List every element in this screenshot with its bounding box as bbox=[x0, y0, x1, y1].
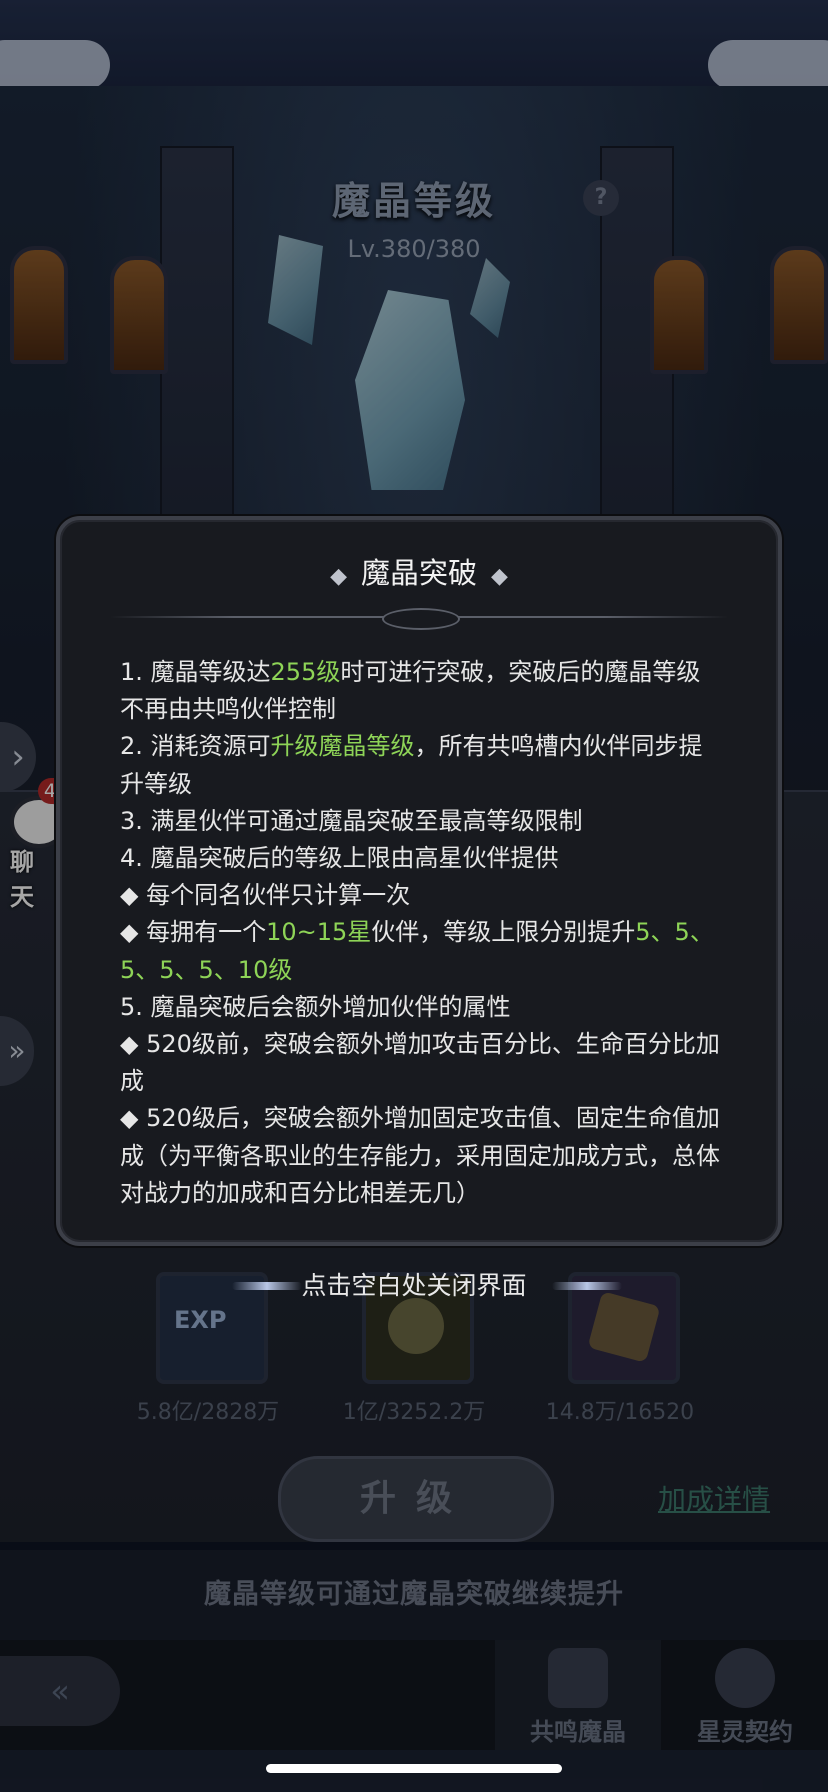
ornament-right bbox=[552, 1282, 622, 1290]
rule-text: ◆ 每个同名伙伴只计算一次 bbox=[120, 881, 411, 910]
rule-line: ◆ 每个同名伙伴只计算一次 bbox=[120, 877, 720, 914]
home-indicator[interactable] bbox=[266, 1764, 562, 1773]
rule-text: ◆ 520级前，突破会额外增加攻击百分比、生命百分比加成 bbox=[120, 1030, 720, 1096]
rule-text: 1. 魔晶等级达 bbox=[120, 658, 271, 686]
highlight-text: 255级 bbox=[270, 658, 341, 686]
breakthrough-modal: ◆ 魔晶突破 ◆ 1. 魔晶等级达255级时可进行突破，突破后的魔晶等级不再由共鸣伙… bbox=[56, 516, 782, 1246]
highlight-text: 升级魔晶等级 bbox=[270, 732, 415, 761]
rule-line: 2. 消耗资源可升级魔晶等级，所有共鸣槽内伙伴同步提升等级 bbox=[120, 728, 720, 802]
rule-line: ◆ 520级前，突破会额外增加攻击百分比、生命百分比加成 bbox=[120, 1026, 720, 1100]
rule-line: 4. 魔晶突破后的等级上限由高星伙伴提供 bbox=[120, 840, 720, 877]
modal-body: 1. 魔晶等级达255级时可进行突破，突破后的魔晶等级不再由共鸣伙伴控制 2. 消… bbox=[120, 654, 720, 1212]
rule-line: 1. 魔晶等级达255级时可进行突破，突破后的魔晶等级不再由共鸣伙伴控制 bbox=[120, 654, 720, 728]
modal-title: 魔晶突破 bbox=[360, 556, 477, 590]
rule-line: ◆ 每拥有一个10~15星伙伴，等级上限分别提升5、5、5、5、5、10级 bbox=[120, 914, 720, 988]
rule-text: 5. 魔晶突破后会额外增加伙伴的属性 bbox=[120, 992, 511, 1021]
highlight-text: 10~15星 bbox=[266, 918, 372, 947]
rule-text: 4. 魔晶突破后的等级上限由高星伙伴提供 bbox=[120, 844, 559, 873]
diamond-icon: ◆ bbox=[491, 564, 508, 589]
diamond-icon: ◆ bbox=[330, 564, 347, 589]
modal-title-row: ◆ 魔晶突破 ◆ bbox=[60, 550, 778, 592]
rule-text: 2. 消耗资源可 bbox=[120, 732, 271, 761]
rule-text: ◆ 520级后，突破会额外增加固定攻击值、固定生命值加成（为平衡各职业的生存能力… bbox=[120, 1104, 720, 1207]
divider-ornament bbox=[382, 608, 460, 630]
rule-text: 3. 满星伙伴可通过魔晶突破至最高等级限制 bbox=[120, 806, 583, 835]
close-hint[interactable]: 点击空白处关闭界面 bbox=[0, 1266, 828, 1302]
rule-text: 伙伴，等级上限分别提升 bbox=[371, 918, 636, 947]
rule-line: 3. 满星伙伴可通过魔晶突破至最高等级限制 bbox=[120, 803, 720, 840]
rule-text: ◆ 每拥有一个 bbox=[120, 918, 267, 947]
rule-line: 5. 魔晶突破后会额外增加伙伴的属性 bbox=[120, 989, 720, 1026]
rule-line: ◆ 520级后，突破会额外增加固定攻击值、固定生命值加成（为平衡各职业的生存能力… bbox=[120, 1100, 720, 1212]
